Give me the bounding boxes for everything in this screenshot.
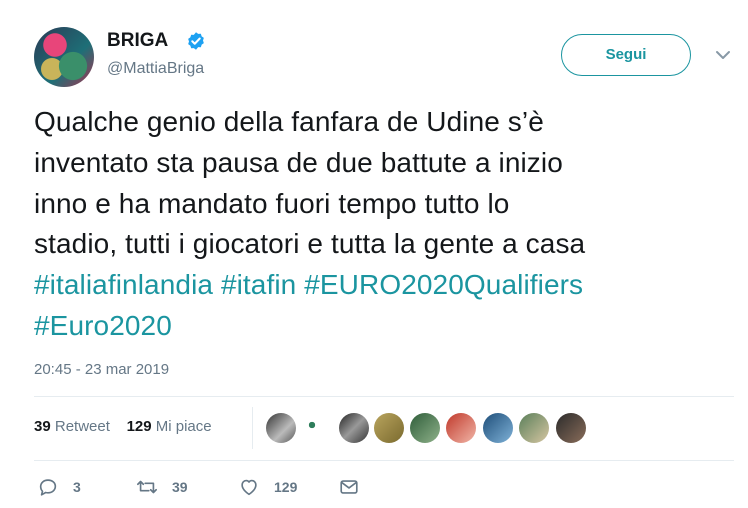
retweet-count: 39 xyxy=(34,418,51,435)
retweet-action[interactable]: 39 xyxy=(136,476,188,498)
tweet-line: Qualche genio della fanfara de Udine s’è xyxy=(34,106,544,137)
divider xyxy=(34,396,734,397)
liker-avatar[interactable] xyxy=(483,413,513,443)
liker-avatar[interactable] xyxy=(339,413,369,443)
like-action[interactable]: 129 xyxy=(238,476,297,498)
chevron-down-icon[interactable] xyxy=(714,48,732,62)
retweet-label: Retweet xyxy=(54,418,110,435)
liker-avatar[interactable] xyxy=(556,413,586,443)
author-avatar[interactable] xyxy=(34,27,94,87)
author-handle[interactable]: @MattiaBriga xyxy=(107,60,204,78)
retweet-stat[interactable]: 39 Retweet xyxy=(34,418,110,435)
stats-separator xyxy=(252,407,253,449)
liker-avatar[interactable] xyxy=(446,413,476,443)
tweet-line: inno e ha mandato fuori tempo tutto lo xyxy=(34,187,510,219)
tweet-line: stadio, tutti i giocatori e tutta la gen… xyxy=(34,228,586,260)
verified-badge-icon xyxy=(188,32,204,50)
like-label: Mi piace xyxy=(155,418,212,435)
tweet-line: inventato sta pausa de due battute a ini… xyxy=(34,146,563,178)
retweet-icon xyxy=(137,480,157,494)
like-count: 129 xyxy=(126,418,152,435)
liker-avatar[interactable] xyxy=(300,413,330,443)
tweet-text: Qualche genio della fanfara de Udine s’è… xyxy=(34,102,734,347)
follow-button[interactable]: Segui xyxy=(561,34,691,76)
hashtag-links[interactable]: #italiafinlandia #itafin #EURO2020Qualif… xyxy=(34,265,734,306)
reply-action[interactable]: 3 xyxy=(37,476,81,498)
engagement-stats: 39 Retweet 129 Mi piace xyxy=(34,418,212,435)
liker-avatar[interactable] xyxy=(266,413,296,443)
envelope-icon xyxy=(340,480,358,494)
reply-count: 3 xyxy=(73,479,81,495)
like-action-count: 129 xyxy=(274,479,298,495)
reply-icon xyxy=(39,479,57,496)
author-name[interactable]: BRIGA xyxy=(107,30,168,52)
retweet-action-count: 39 xyxy=(172,479,188,495)
like-stat[interactable]: 129 Mi piace xyxy=(127,418,212,435)
liker-avatar[interactable] xyxy=(519,413,549,443)
divider xyxy=(34,460,734,461)
direct-message-action[interactable] xyxy=(338,476,374,498)
hashtag-link-euro2020[interactable]: #Euro2020 xyxy=(34,306,734,347)
liker-avatar[interactable] xyxy=(410,413,440,443)
liker-avatar[interactable] xyxy=(374,413,404,443)
heart-icon xyxy=(241,479,257,496)
tweet-timestamp[interactable]: 20:45 - 23 mar 2019 xyxy=(34,361,169,378)
